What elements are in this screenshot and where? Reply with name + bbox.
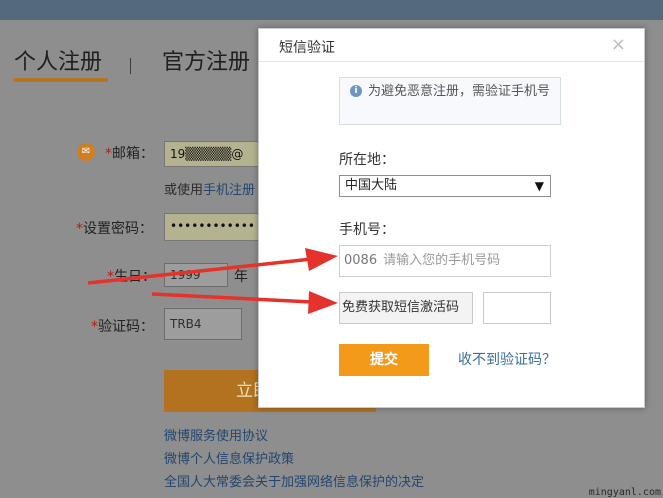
modal-title: 短信验证 (279, 40, 335, 56)
alt-register-text: 或使用手机注册 (164, 179, 255, 198)
verification-notice: i 为避免恶意注册，需验证手机号 (339, 77, 561, 125)
required-mark: * (107, 269, 114, 285)
captcha-label-text: 验证码： (98, 319, 154, 335)
phone-placeholder: 请输入您的手机号码 (383, 253, 501, 268)
birthday-label-text: 生日： (114, 269, 156, 285)
modal-submit-button[interactable]: 提交 (339, 344, 429, 376)
active-tab-underline (14, 78, 108, 82)
dropdown-arrow-icon: ▼ (534, 179, 544, 193)
privacy-policy-link[interactable]: 微博个人信息保护政策 (164, 448, 294, 467)
password-label: *设置密码： (76, 218, 153, 238)
tab-separator (130, 58, 131, 74)
info-icon: i (350, 85, 362, 97)
birthday-year-unit: 年 (234, 269, 248, 285)
captcha-input[interactable]: TRB4 (164, 308, 242, 340)
birthday-year-select[interactable]: 1999 (164, 263, 228, 287)
required-mark: * (91, 319, 98, 335)
location-label: 所在地： (339, 152, 395, 168)
password-label-text: 设置密码： (83, 221, 153, 237)
phone-register-link[interactable]: 手机注册 (203, 183, 255, 198)
tab-personal-registration[interactable]: 个人注册 (14, 44, 102, 76)
alt-register-prefix: 或使用 (164, 183, 204, 198)
phone-label: 手机号： (339, 222, 395, 238)
service-agreement-link[interactable]: 微博服务使用协议 (164, 425, 268, 444)
tab-official-registration[interactable]: 官方注册 (162, 44, 250, 76)
required-mark: * (76, 221, 83, 237)
modal-divider (259, 61, 644, 62)
email-label: *邮箱： (105, 143, 154, 163)
password-input[interactable]: •••••••••••• (164, 213, 264, 241)
no-code-link[interactable]: 收不到验证码？ (458, 349, 556, 369)
birthday-label: *生日： (107, 266, 156, 286)
top-bar (0, 0, 663, 20)
location-select[interactable]: 中国大陆 ▼ (339, 175, 551, 197)
phone-input[interactable]: 0086 请输入您的手机号码 (339, 245, 551, 277)
sms-verification-modal: 短信验证 × i 为避免恶意注册，需验证手机号 所在地： 中国大陆 ▼ 手机号：… (258, 28, 645, 408)
watermark: mingyanl.com (588, 487, 661, 498)
email-input[interactable]: 19▒▒▒▒▒@ (164, 141, 264, 167)
get-sms-code-button[interactable]: 免费获取短信激活码 (339, 292, 473, 324)
close-icon[interactable]: × (611, 34, 626, 55)
location-value: 中国大陆 (345, 178, 398, 193)
country-code: 0086 (344, 253, 378, 268)
captcha-label: *验证码： (91, 316, 154, 336)
email-label-text: 邮箱： (112, 146, 154, 162)
notice-text: 为避免恶意注册，需验证手机号 (368, 84, 551, 99)
required-mark: * (105, 146, 112, 162)
sms-code-input[interactable] (483, 292, 551, 324)
network-protection-decision-link[interactable]: 全国人大常委会关于加强网络信息保护的决定 (164, 471, 424, 490)
mail-icon: ✉ (77, 143, 95, 161)
